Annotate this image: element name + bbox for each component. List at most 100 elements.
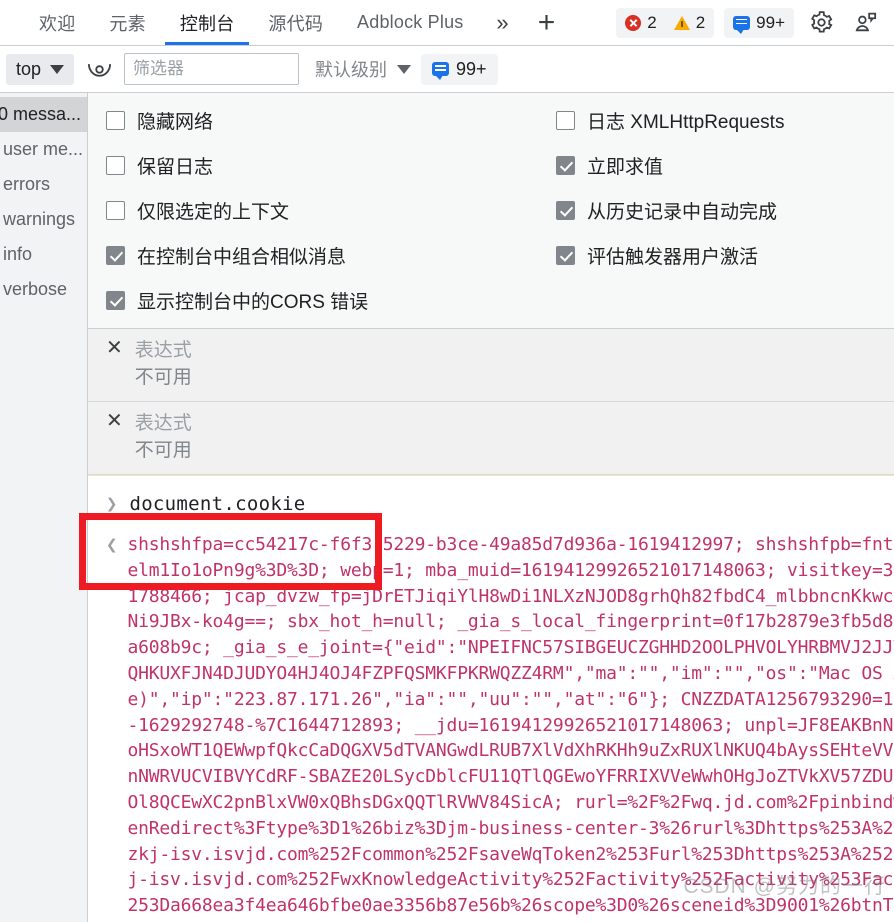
warning-count: 2 — [695, 12, 706, 32]
tab-list: 欢迎 元素 控制台 源代码 Adblock Plus » + — [22, 0, 569, 45]
more-tabs-label: » — [496, 9, 509, 35]
chevron-down-icon — [397, 64, 412, 74]
cookie-result-value[interactable]: shshshfpa=cc54217c-f6f3-5229-b3ce-49a85d… — [127, 532, 894, 922]
warning-icon — [673, 15, 690, 30]
setting-eager-evaluation[interactable]: 立即求值 — [556, 152, 784, 179]
setting-log-xmlhttprequests[interactable]: 日志 XMLHttpRequests — [556, 107, 784, 134]
devtools-tabstrip: 欢迎 元素 控制台 源代码 Adblock Plus » + 2 2 99+ — [0, 0, 894, 46]
chevron-down-icon — [50, 64, 65, 74]
setting-hide-network[interactable]: 隐藏网络 — [106, 107, 536, 134]
settings-column-right: 日志 XMLHttpRequests 立即求值 从历史记录中自动完成 评估触发器… — [536, 107, 784, 314]
sidebar-item-label: 2 user me... — [0, 139, 84, 159]
live-expression-detail: 不可用 — [134, 440, 192, 461]
checkbox-preserve-log[interactable] — [106, 156, 125, 175]
checkbox-selected-context-only[interactable] — [106, 201, 125, 220]
console-sidebar: 10 messa... 2 user me... 2 errors 2 warn… — [0, 93, 88, 922]
setting-label: 立即求值 — [587, 157, 664, 178]
sidebar-item-verbose[interactable]: 5 verbose — [0, 272, 87, 307]
live-expression-title: 表达式 — [134, 340, 192, 361]
sidebar-item-label: 10 messa... — [0, 104, 82, 124]
checkbox-eager-evaluation[interactable] — [556, 156, 575, 175]
tab-adblock-plus[interactable]: Adblock Plus — [340, 0, 480, 45]
log-level-selector[interactable]: 默认级别 — [309, 56, 412, 82]
tab-welcome[interactable]: 欢迎 — [22, 0, 92, 45]
filterbar-message-counter[interactable]: 99+ — [421, 53, 498, 85]
live-expression-detail: 不可用 — [134, 367, 192, 388]
tabstrip-actions: 2 2 99+ — [616, 0, 886, 45]
setting-label: 从历史记录中自动完成 — [587, 202, 778, 223]
live-expression-text: 表达式 不可用 — [135, 337, 192, 391]
message-counter[interactable]: 99+ — [724, 7, 794, 38]
sidebar-item-errors[interactable]: 2 errors — [0, 167, 87, 202]
console-content: 隐藏网络 保留日志 仅限选定的上下文 在控制台中组合相似消息 显示控制台中的CO… — [88, 93, 894, 922]
more-tabs-icon[interactable]: » — [481, 0, 525, 45]
settings-gear-icon[interactable] — [804, 6, 838, 40]
add-panel-icon[interactable]: + — [525, 0, 569, 45]
setting-label: 仅限选定的上下文 — [137, 202, 290, 223]
setting-show-cors-errors[interactable]: 显示控制台中的CORS 错误 — [106, 287, 536, 314]
console-message-row[interactable]: ✕ 表达式 不可用 — [88, 402, 894, 475]
checkbox-group-similar[interactable] — [106, 246, 125, 265]
live-expression-eye-icon[interactable] — [84, 54, 114, 84]
tab-console-label: 控制台 — [179, 13, 235, 34]
message-count: 99+ — [756, 12, 785, 32]
message-bubble-icon — [733, 15, 751, 34]
close-icon[interactable]: ✕ — [106, 338, 123, 358]
customize-devtools-icon[interactable] — [848, 6, 882, 40]
setting-label: 日志 XMLHttpRequests — [587, 112, 785, 133]
setting-label: 评估触发器用户激活 — [587, 247, 759, 268]
checkbox-log-xmlhttprequests[interactable] — [556, 111, 575, 130]
prompt-chevron-icon: ❯ — [106, 493, 118, 515]
console-settings-panel: 隐藏网络 保留日志 仅限选定的上下文 在控制台中组合相似消息 显示控制台中的CO… — [88, 93, 894, 329]
tab-adblock-plus-label: Adblock Plus — [357, 12, 464, 32]
setting-autocomplete-from-history[interactable]: 从历史记录中自动完成 — [556, 197, 784, 224]
setting-selected-context-only[interactable]: 仅限选定的上下文 — [106, 197, 536, 224]
sidebar-item-user-messages[interactable]: 2 user me... — [0, 132, 87, 167]
console-filter-bar: top 默认级别 99+ — [0, 46, 894, 93]
checkbox-hide-network[interactable] — [106, 111, 125, 130]
execution-context-selector[interactable]: top — [6, 53, 75, 85]
tab-elements[interactable]: 元素 — [92, 0, 162, 45]
console-prompt-input[interactable]: document.cookie — [129, 493, 305, 515]
setting-group-similar[interactable]: 在控制台中组合相似消息 — [106, 242, 536, 269]
message-bubble-icon — [432, 62, 450, 80]
setting-evaluate-triggers-user-activation[interactable]: 评估触发器用户激活 — [556, 242, 784, 269]
sidebar-item-label: 5 verbose — [0, 279, 68, 299]
error-icon — [625, 14, 642, 31]
filterbar-message-count: 99+ — [456, 58, 487, 79]
console-message-row[interactable]: ✕ 表达式 不可用 — [88, 329, 894, 402]
sidebar-item-messages[interactable]: 10 messa... — [0, 97, 87, 132]
tab-sources[interactable]: 源代码 — [251, 0, 340, 45]
console-prompt-row[interactable]: ❯ document.cookie — [88, 475, 894, 532]
log-level-label: 默认级别 — [315, 60, 388, 80]
setting-label: 隐藏网络 — [137, 112, 214, 133]
live-expression-title: 表达式 — [134, 413, 192, 434]
add-panel-label: + — [537, 5, 556, 39]
setting-label: 显示控制台中的CORS 错误 — [137, 292, 369, 313]
console-result-row: ❮ shshshfpa=cc54217c-f6f3-5229-b3ce-49a8… — [88, 532, 894, 922]
setting-label: 在控制台中组合相似消息 — [137, 247, 347, 268]
checkbox-autocomplete-from-history[interactable] — [556, 201, 575, 220]
settings-column-left: 隐藏网络 保留日志 仅限选定的上下文 在控制台中组合相似消息 显示控制台中的CO… — [88, 107, 536, 314]
sidebar-item-label: 1 info — [0, 244, 33, 264]
sidebar-item-label: 2 warnings — [0, 209, 76, 229]
console-message-list: ✕ 表达式 不可用 ✕ 表达式 不可用 ❯ document.cookie ❮ … — [88, 329, 894, 922]
console-body: 10 messa... 2 user me... 2 errors 2 warn… — [0, 93, 894, 922]
tab-sources-label: 源代码 — [268, 13, 324, 34]
checkbox-evaluate-triggers-user-activation[interactable] — [556, 246, 575, 265]
sidebar-item-label: 2 errors — [0, 174, 51, 194]
tab-console[interactable]: 控制台 — [162, 0, 252, 45]
sidebar-item-info[interactable]: 1 info — [0, 237, 87, 272]
tab-welcome-label: 欢迎 — [39, 13, 76, 34]
close-icon[interactable]: ✕ — [106, 411, 123, 431]
execution-context-label: top — [16, 58, 42, 79]
live-expression-text: 表达式 不可用 — [135, 410, 192, 464]
issues-counter[interactable]: 2 2 — [616, 7, 715, 38]
checkbox-show-cors-errors[interactable] — [106, 291, 125, 310]
tab-elements-label: 元素 — [109, 13, 146, 34]
error-count: 2 — [647, 12, 657, 32]
filter-input[interactable] — [124, 53, 300, 85]
setting-label: 保留日志 — [137, 157, 214, 178]
sidebar-item-warnings[interactable]: 2 warnings — [0, 202, 87, 237]
setting-preserve-log[interactable]: 保留日志 — [106, 152, 536, 179]
